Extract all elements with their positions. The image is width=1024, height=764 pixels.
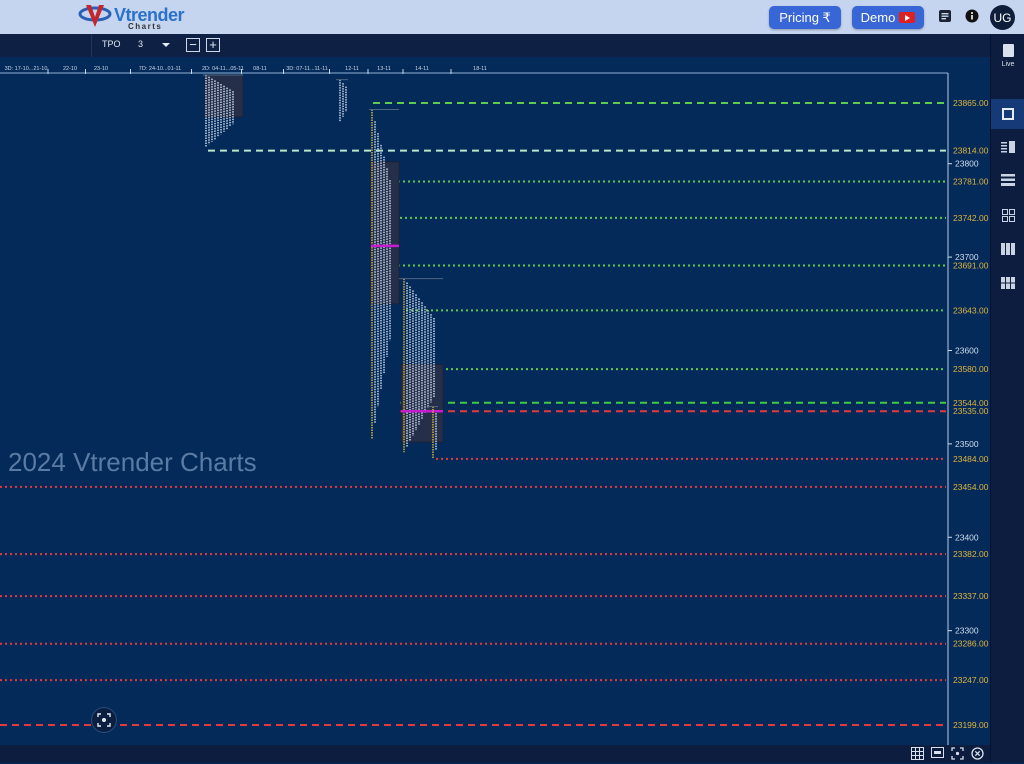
date-label: 3D: 17-10...21-10 bbox=[5, 66, 48, 72]
level-label: 23781.00 bbox=[953, 176, 989, 186]
grid-toggle-icon[interactable] bbox=[910, 747, 924, 761]
tpo-chart-svg[interactable]: 3D: 17-10...21-10 22-10 23-10 7D: 24-10...0… bbox=[0, 57, 990, 745]
logo-v-icon bbox=[78, 5, 112, 27]
grid-2x2-icon bbox=[1001, 208, 1015, 222]
pricing-label: Pricing ₹ bbox=[779, 9, 831, 25]
zoom-out-button[interactable]: − bbox=[186, 38, 200, 52]
chart-type-label[interactable]: TPO bbox=[102, 39, 121, 49]
date-label: 23-10 bbox=[94, 66, 108, 72]
price-tick-label: 23500 bbox=[955, 439, 979, 449]
level-label: 23247.00 bbox=[953, 675, 989, 685]
grid-3x2-icon bbox=[1001, 277, 1015, 289]
fullscreen-icon[interactable] bbox=[950, 747, 964, 761]
level-label: 23454.00 bbox=[953, 482, 989, 492]
split-layout-icon bbox=[1001, 141, 1015, 153]
chart-bottom-bar bbox=[0, 745, 990, 763]
pricing-button[interactable]: Pricing ₹ bbox=[769, 6, 841, 29]
level-label: 23484.00 bbox=[953, 454, 989, 464]
level-label: 23814.00 bbox=[953, 146, 989, 156]
focus-icon bbox=[97, 713, 111, 727]
zoom-in-button[interactable]: + bbox=[206, 38, 220, 52]
level-label: 23382.00 bbox=[953, 549, 989, 559]
tpo-size-value[interactable]: 3 bbox=[138, 39, 143, 49]
level-label: 23199.00 bbox=[953, 720, 989, 730]
layout-single-button[interactable] bbox=[991, 99, 1024, 129]
layout-grid-3x2-button[interactable] bbox=[991, 268, 1024, 298]
level-label: 23535.00 bbox=[953, 406, 989, 416]
info-icon[interactable] bbox=[964, 9, 980, 25]
layout-rows-button[interactable] bbox=[991, 165, 1024, 195]
date-label: 2D: 04-11...05-11 bbox=[202, 66, 244, 72]
record-icon[interactable] bbox=[930, 747, 944, 761]
live-doc-icon bbox=[1002, 44, 1014, 57]
level-label: 23643.00 bbox=[953, 305, 989, 315]
youtube-icon bbox=[899, 12, 916, 23]
level-label: 23286.00 bbox=[953, 639, 989, 649]
date-label: 08-11 bbox=[253, 66, 267, 72]
rows-layout-icon bbox=[1001, 174, 1015, 186]
vtrender-logo[interactable]: Vtrender Charts bbox=[78, 3, 185, 31]
toolbar-divider bbox=[91, 34, 92, 57]
level-label: 23337.00 bbox=[953, 591, 989, 601]
notes-icon[interactable] bbox=[937, 9, 953, 25]
demo-label: Demo bbox=[860, 10, 896, 25]
date-label: 3D: 07-11...11-11 bbox=[286, 66, 328, 72]
user-avatar[interactable]: UG bbox=[990, 5, 1015, 30]
live-button[interactable]: Live bbox=[991, 44, 1024, 68]
tpo-size-dropdown-icon[interactable] bbox=[162, 43, 170, 47]
level-label: 23742.00 bbox=[953, 213, 989, 223]
recenter-button[interactable] bbox=[91, 707, 117, 733]
demo-button[interactable]: Demo bbox=[852, 6, 924, 29]
chart-toolbar: TPO 3 − + bbox=[0, 34, 990, 85]
layout-split-button[interactable] bbox=[991, 132, 1024, 162]
date-label: 22-10 bbox=[63, 66, 77, 72]
level-label: 23865.00 bbox=[953, 98, 989, 108]
price-tick-label: 23400 bbox=[955, 532, 979, 542]
date-label: 13-11 bbox=[377, 66, 391, 72]
price-tick-label: 23300 bbox=[955, 626, 979, 636]
tpo-chart-area[interactable]: 3D: 17-10...21-10 22-10 23-10 7D: 24-10...0… bbox=[0, 57, 990, 745]
right-sidebar: Live bbox=[990, 34, 1024, 763]
date-label: 7D: 24-10...01-11 bbox=[139, 66, 181, 72]
close-icon[interactable] bbox=[970, 747, 984, 761]
single-layout-icon bbox=[1002, 108, 1014, 120]
date-label: 18-11 bbox=[473, 66, 487, 72]
level-label: 23691.00 bbox=[953, 261, 989, 271]
price-tick-label: 23800 bbox=[955, 159, 979, 169]
date-label: 12-11 bbox=[345, 66, 359, 72]
columns-layout-icon bbox=[1001, 243, 1015, 255]
date-label: 14-11 bbox=[415, 66, 429, 72]
live-label: Live bbox=[1001, 61, 1015, 68]
top-navbar: Vtrender Charts Pricing ₹ Demo UG bbox=[0, 0, 1024, 34]
watermark-text: 2024 Vtrender Charts bbox=[8, 447, 257, 477]
layout-columns-button[interactable] bbox=[991, 234, 1024, 264]
level-label: 23580.00 bbox=[953, 364, 989, 374]
layout-grid-2x2-button[interactable] bbox=[991, 200, 1024, 230]
logo-subtitle: Charts bbox=[128, 22, 163, 31]
price-tick-label: 23600 bbox=[955, 345, 979, 355]
